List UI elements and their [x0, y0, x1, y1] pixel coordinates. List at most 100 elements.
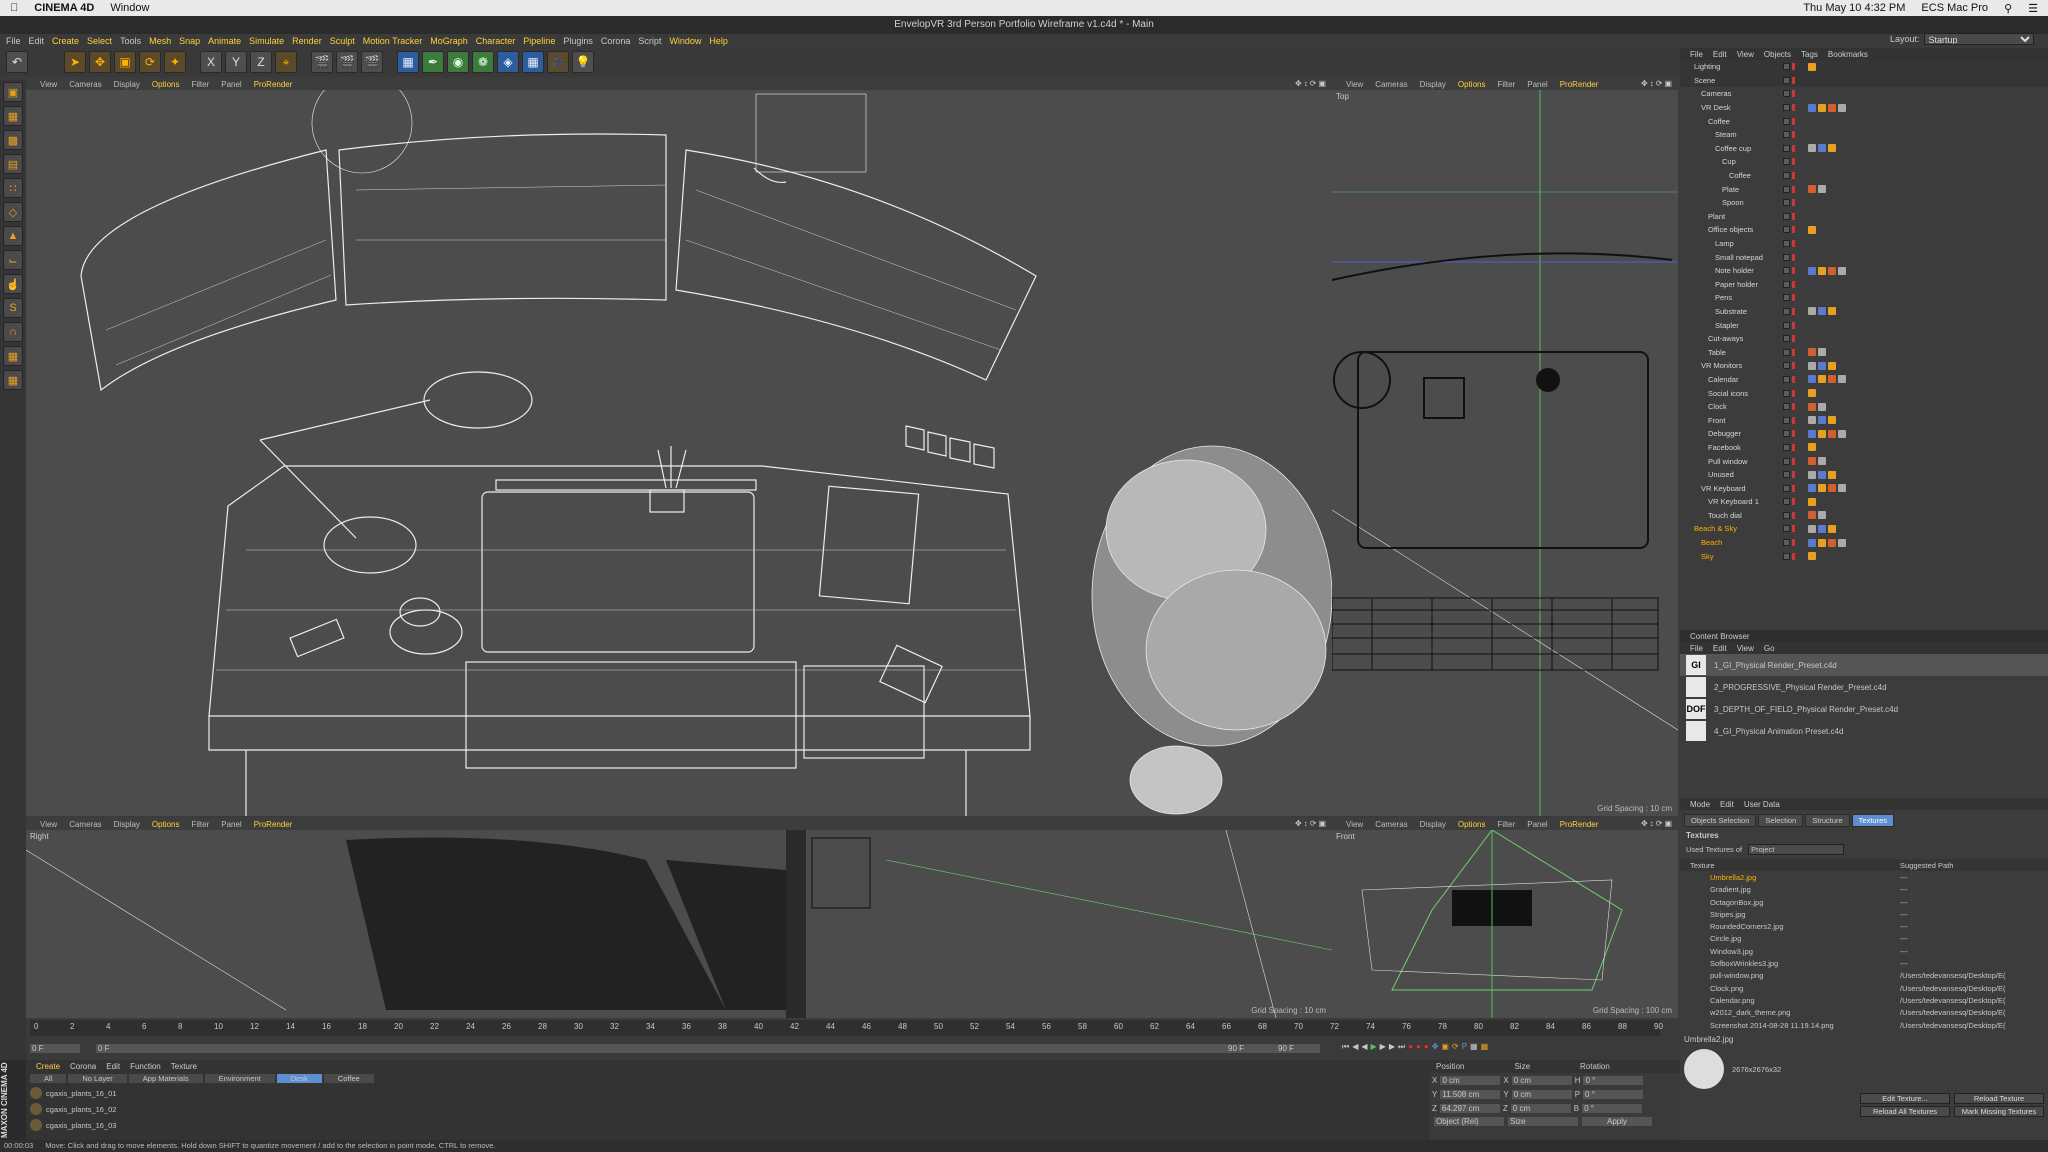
tag-icon[interactable] [1808, 443, 1816, 452]
light-icon[interactable]: 💡 [572, 51, 594, 73]
tag-icon[interactable] [1818, 185, 1826, 194]
object-row[interactable]: Note holder [1680, 264, 2048, 278]
tag-icon[interactable] [1808, 552, 1816, 561]
texture-row[interactable]: w2012_dark_theme.png/Users/tedevansesq/D… [1680, 1007, 2048, 1019]
coord-size[interactable]: 0 cm [1510, 1103, 1571, 1113]
prev-key-icon[interactable]: ◀ [1352, 1042, 1358, 1052]
grid-snap-icon[interactable]: ▦ [3, 346, 23, 366]
visibility-toggle[interactable] [1783, 457, 1790, 465]
tag-icon[interactable] [1808, 103, 1816, 112]
material-item[interactable]: cgaxis_plants_16_03 [26, 1117, 1430, 1133]
timeline-settings-icon[interactable]: ▦ [1481, 1042, 1489, 1052]
tag-icon[interactable] [1808, 416, 1816, 425]
object-row[interactable]: VR Desk [1680, 101, 2048, 115]
model-mode-icon[interactable]: ▦ [3, 106, 23, 126]
coord-system-icon[interactable]: ⌖ [275, 51, 297, 73]
render-dot[interactable] [1792, 117, 1795, 125]
texture-row[interactable]: OctagonBox.jpg --- [1680, 896, 2048, 908]
visibility-toggle[interactable] [1783, 443, 1790, 451]
texture-row[interactable]: Circle.jpg --- [1680, 933, 2048, 945]
visibility-toggle[interactable] [1783, 144, 1790, 152]
cb-menu-file[interactable]: File [1690, 644, 1703, 653]
lock-workplane-icon[interactable]: ▦ [3, 370, 23, 390]
render-dot[interactable] [1792, 498, 1795, 506]
visibility-toggle[interactable] [1783, 131, 1790, 139]
tag-icon[interactable] [1818, 348, 1826, 357]
end-frame-field-b[interactable]: 90 F [1276, 1044, 1320, 1053]
viewport-menu-filter[interactable]: Filter [1497, 820, 1515, 829]
visibility-toggle[interactable] [1783, 511, 1790, 519]
render-dot[interactable] [1792, 539, 1795, 547]
object-row[interactable]: Steam [1680, 128, 2048, 142]
used-textures-select[interactable]: Project [1748, 844, 1845, 855]
attr-menu-user-data[interactable]: User Data [1744, 800, 1780, 809]
object-row[interactable]: Coffee [1680, 169, 2048, 183]
coord-mode-select[interactable]: Object (Rel) [1434, 1117, 1504, 1126]
object-row[interactable]: Office objects [1680, 223, 2048, 237]
object-row[interactable]: Beach [1680, 536, 2048, 550]
viewport-menu-cameras[interactable]: Cameras [69, 80, 101, 89]
tag-icon[interactable] [1818, 416, 1826, 425]
end-frame-field-a[interactable]: 90 F [1226, 1044, 1270, 1053]
mat-tab-app-materials[interactable]: App Materials [128, 1074, 203, 1083]
render-dot[interactable] [1792, 321, 1795, 329]
tag-icon[interactable] [1818, 144, 1826, 153]
tag-icon[interactable] [1828, 524, 1836, 533]
render-dot[interactable] [1792, 226, 1795, 234]
texture-row[interactable]: Stripes.jpg --- [1680, 908, 2048, 920]
object-row[interactable]: Plant [1680, 210, 2048, 224]
visibility-toggle[interactable] [1783, 416, 1790, 424]
visibility-toggle[interactable] [1783, 267, 1790, 275]
object-row[interactable]: Facebook [1680, 441, 2048, 455]
render-dot[interactable] [1792, 416, 1795, 424]
move-icon[interactable]: ✥ [89, 51, 111, 73]
viewport-menu-view[interactable]: View [1346, 80, 1363, 89]
viewport-nav-icons[interactable]: ✥↕⟳▣ [1295, 79, 1328, 88]
viewport-menu-prorender[interactable]: ProRender [254, 820, 293, 829]
right-viewport-nav-icons[interactable]: ✥↕⟳▣ [1295, 819, 1328, 828]
viewport-menu-panel[interactable]: Panel [221, 80, 241, 89]
visibility-toggle[interactable] [1783, 335, 1790, 343]
viewport-menu-prorender[interactable]: ProRender [1560, 820, 1599, 829]
tag-icon[interactable] [1818, 361, 1826, 370]
menu-tools[interactable]: Tools [120, 36, 141, 46]
coord-size[interactable]: 0 cm [1511, 1089, 1572, 1099]
content-item[interactable]: DOF 3_DEPTH_OF_FIELD_Physical Render_Pres… [1680, 698, 2048, 720]
viewport-menu-panel[interactable]: Panel [221, 820, 241, 829]
visibility-toggle[interactable] [1783, 294, 1790, 302]
render-dot[interactable] [1792, 199, 1795, 207]
visibility-toggle[interactable] [1783, 471, 1790, 479]
tag-icon[interactable] [1828, 375, 1836, 384]
window-menu[interactable]: Window [110, 2, 149, 14]
object-row[interactable]: Substrate [1680, 305, 2048, 319]
render-dot[interactable] [1792, 552, 1795, 560]
render-dot[interactable] [1792, 172, 1795, 180]
viewport-menu-options[interactable]: Options [1458, 80, 1486, 89]
tag-icon[interactable] [1808, 497, 1816, 506]
go-end-icon[interactable]: ⏭ [1398, 1042, 1405, 1052]
tag-icon[interactable] [1808, 389, 1816, 398]
coord-pos[interactable]: 0 cm [1440, 1075, 1501, 1085]
tag-icon[interactable] [1818, 402, 1826, 411]
object-row[interactable]: Pull window [1680, 454, 2048, 468]
render-dot[interactable] [1792, 348, 1795, 356]
viewport-menu-filter[interactable]: Filter [1497, 80, 1515, 89]
menu-character[interactable]: Character [476, 36, 516, 46]
menu-snap[interactable]: Snap [179, 36, 200, 46]
texture-mode-icon[interactable]: ▩ [3, 130, 23, 150]
menu-list-icon[interactable]: ☰ [2028, 2, 2038, 15]
object-row[interactable]: Front [1680, 413, 2048, 427]
user-name[interactable]: ECS Mac Pro [1921, 2, 1988, 14]
render-dot[interactable] [1792, 63, 1795, 71]
visibility-toggle[interactable] [1783, 362, 1790, 370]
object-row[interactable]: Small notepad [1680, 250, 2048, 264]
tag-icon[interactable] [1818, 429, 1826, 438]
reload-all-textures-button[interactable]: Reload All Textures [1860, 1106, 1950, 1118]
render-dot[interactable] [1792, 104, 1795, 112]
object-row[interactable]: Pens [1680, 291, 2048, 305]
pla-key-icon[interactable]: ▦ [1470, 1042, 1478, 1052]
render-dot[interactable] [1792, 525, 1795, 533]
tag-icon[interactable] [1818, 470, 1826, 479]
tag-icon[interactable] [1828, 307, 1836, 316]
visibility-toggle[interactable] [1783, 199, 1790, 207]
